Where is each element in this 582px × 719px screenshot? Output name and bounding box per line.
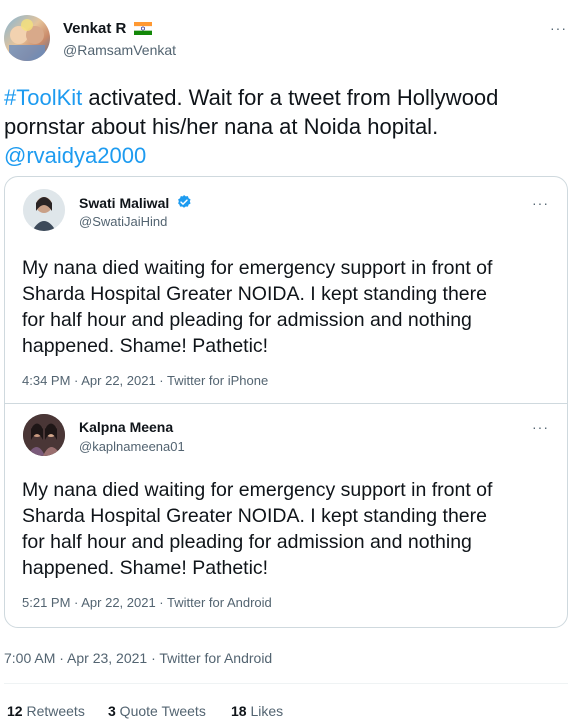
quote-2-handle[interactable]: @kaplnameena01 xyxy=(79,439,185,454)
retweets-label: Retweets xyxy=(22,703,85,719)
quote-1-author[interactable]: Swati Maliwal xyxy=(79,194,192,211)
quote-tweets-label: Quote Tweets xyxy=(115,703,206,719)
avatar-image xyxy=(9,19,45,61)
hashtag-link[interactable]: #ToolKit xyxy=(4,85,82,110)
quote-1-avatar[interactable] xyxy=(23,189,65,231)
tweet-text-line-2: pornstar about his/her nana at Noida hop… xyxy=(4,114,439,139)
quote-1-author-name[interactable]: Swati Maliwal xyxy=(79,195,169,211)
likes-count: 18 xyxy=(231,703,247,719)
retweets-stat[interactable]: 12 Retweets xyxy=(7,703,85,719)
quote-2-avatar[interactable] xyxy=(23,414,65,456)
quote-2-more-button[interactable]: ··· xyxy=(532,419,549,435)
quoted-tweet-1[interactable]: Swati Maliwal @SwatiJaiHind ··· My nana … xyxy=(5,177,567,403)
tweet-timestamp[interactable]: 7:00 AM · Apr 23, 2021 · Twitter for And… xyxy=(4,650,272,666)
quote-2-line: Sharda Hospital Greater NOIDA. I kept st… xyxy=(22,505,487,527)
quoted-tweet-2[interactable]: Kalpna Meena @kaplnameena01 ··· My nana … xyxy=(5,404,567,627)
quote-2-author-name[interactable]: Kalpna Meena xyxy=(79,419,173,435)
quote-1-avatar-image xyxy=(23,189,65,231)
quote-1-timestamp[interactable]: 4:34 PM · Apr 22, 2021 · Twitter for iPh… xyxy=(22,373,268,388)
quote-2-timestamp[interactable]: 5:21 PM · Apr 22, 2021 · Twitter for And… xyxy=(22,595,272,610)
quote-1-handle[interactable]: @SwatiJaiHind xyxy=(79,214,167,229)
likes-label: Likes xyxy=(246,703,284,719)
likes-stat[interactable]: 18 Likes xyxy=(231,703,283,719)
tweet-text: #ToolKit activated. Wait for a tweet fro… xyxy=(4,83,574,170)
quote-1-line: for half hour and pleading for admission… xyxy=(22,309,472,331)
verified-badge-icon xyxy=(178,195,191,208)
quote-1-more-button[interactable]: ··· xyxy=(532,195,549,211)
quote-1-line: happened. Shame! Pathetic! xyxy=(22,335,269,357)
quote-2-text: My nana died waiting for emergency suppo… xyxy=(22,477,562,581)
india-flag-icon xyxy=(133,22,152,35)
more-options-button[interactable]: ··· xyxy=(550,20,567,36)
tweet-text-line-1: #ToolKit activated. Wait for a tweet fro… xyxy=(4,83,574,112)
quote-2-line: for half hour and pleading for admission… xyxy=(22,531,472,553)
author-name[interactable]: Venkat R xyxy=(63,20,152,37)
quote-1-line: Sharda Hospital Greater NOIDA. I kept st… xyxy=(22,283,487,305)
retweets-count: 12 xyxy=(7,703,23,719)
tweet-text-rest: activated. Wait for a tweet from Hollywo… xyxy=(82,85,499,110)
quote-2-avatar-image xyxy=(23,414,65,456)
quote-2-line: My nana died waiting for emergency suppo… xyxy=(22,479,493,501)
quote-tweets-count: 3 xyxy=(108,703,116,719)
quote-2-line: happened. Shame! Pathetic! xyxy=(22,557,269,579)
quote-tweets-stat[interactable]: 3 Quote Tweets xyxy=(108,703,206,719)
author-handle[interactable]: @RamsamVenkat xyxy=(63,42,176,58)
quote-1-text: My nana died waiting for emergency suppo… xyxy=(22,255,562,359)
stats-divider xyxy=(4,683,568,684)
mention-link[interactable]: @rvaidya2000 xyxy=(4,143,146,168)
author-name-text[interactable]: Venkat R xyxy=(63,20,126,37)
avatar[interactable] xyxy=(4,15,50,61)
quoted-tweets-card[interactable]: Swati Maliwal @SwatiJaiHind ··· My nana … xyxy=(4,176,568,628)
quote-1-line: My nana died waiting for emergency suppo… xyxy=(22,257,493,279)
